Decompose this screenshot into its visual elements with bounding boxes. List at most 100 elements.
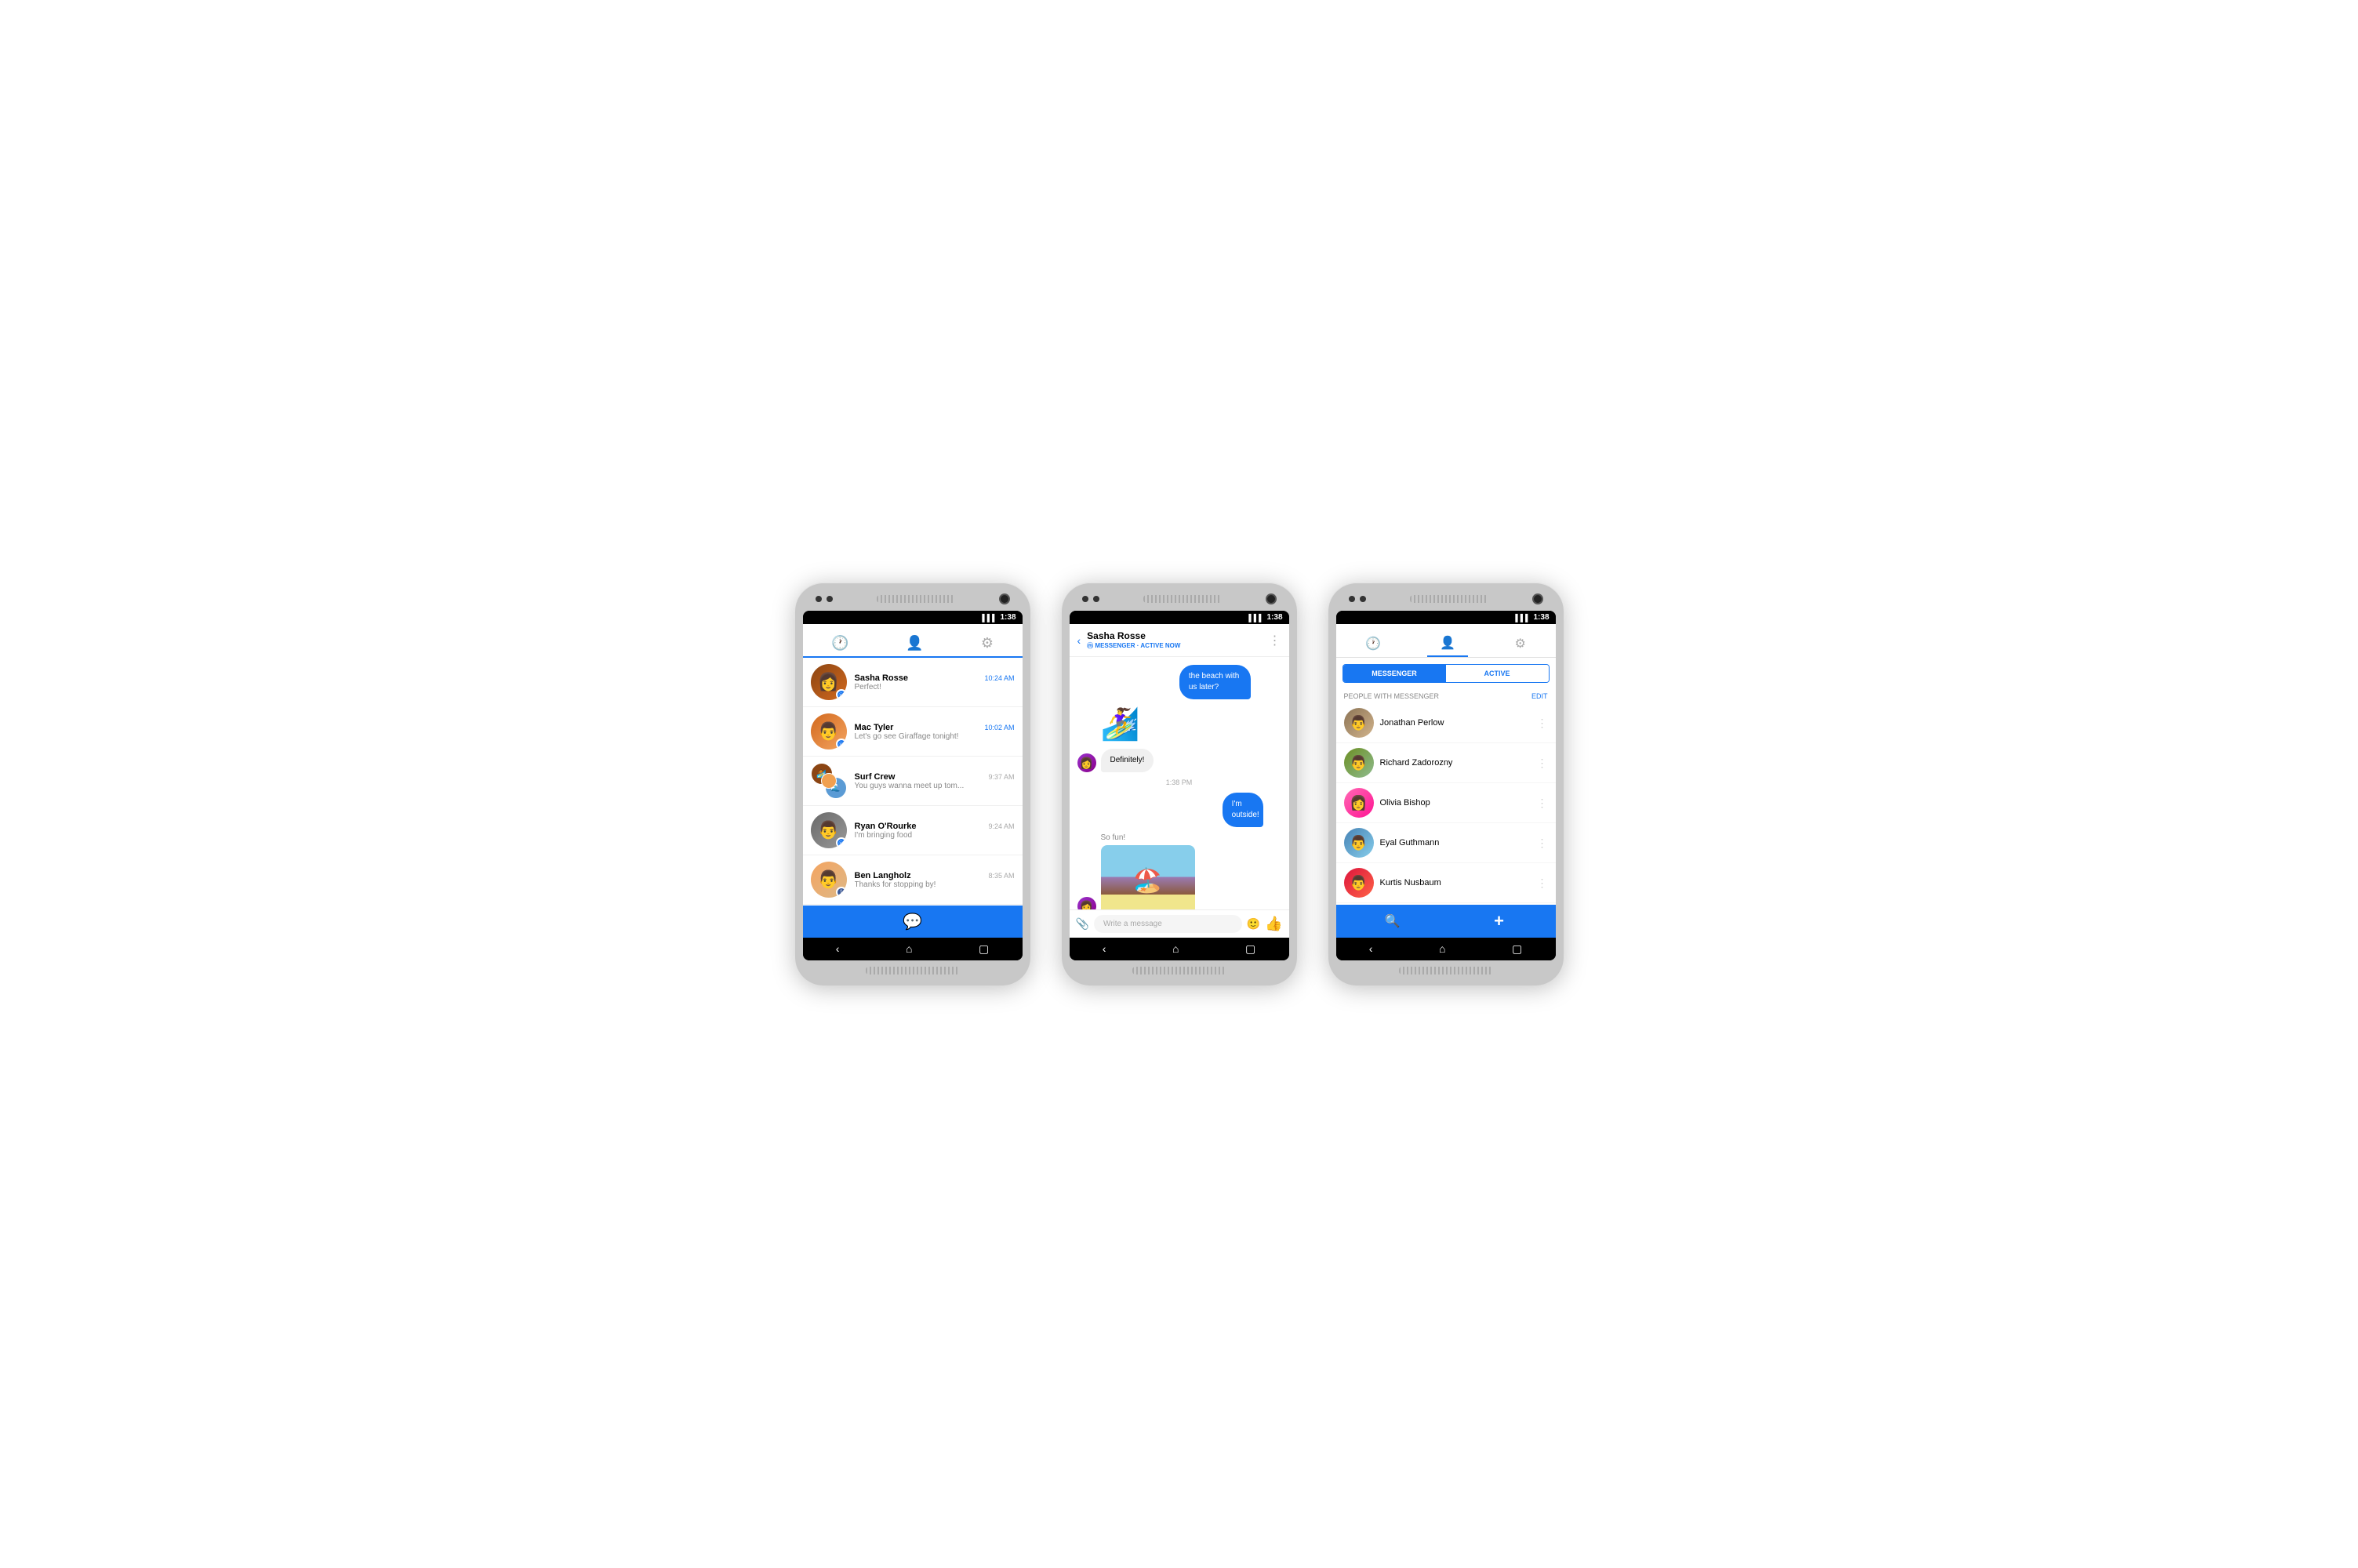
tab-people-p3[interactable]: 👤	[1427, 630, 1468, 657]
phone-3-bottom	[1336, 960, 1556, 975]
home-button-3[interactable]: ⌂	[1439, 942, 1445, 956]
tab-recents[interactable]: 🕐	[816, 630, 864, 656]
status-text: MESSENGER · ACTIVE NOW	[1095, 642, 1180, 649]
badge-sasha: ⓜ	[836, 689, 847, 700]
msg-photo: 🏖️	[1101, 845, 1195, 909]
phone-1-screen: ▌▌▌ 1:38 🕐 👤 ⚙ 👩 ⓜ	[803, 611, 1023, 960]
signal-icon-2: ▌▌▌	[1248, 614, 1263, 622]
avatar-emoji-olivia: 👩	[1344, 788, 1374, 818]
chat-icon[interactable]: 💬	[903, 912, 922, 931]
back-button-3[interactable]: ‹	[1369, 942, 1373, 956]
badge-mac: ⓜ	[836, 739, 847, 750]
conv-content-ryan: Ryan O'Rourke 9:24 AM I'm bringing food	[855, 822, 1015, 840]
msg-avatar-sasha: 👩	[1077, 753, 1096, 772]
conv-item-sasha[interactable]: 👩 ⓜ Sasha Rosse 10:24 AM Perfect!	[803, 658, 1023, 707]
phone-2-bottom	[1070, 960, 1289, 975]
people-item-richard[interactable]: 👨 Richard Zadorozny ⋮	[1336, 743, 1556, 783]
people-item-olivia[interactable]: 👩 Olivia Bishop ⋮	[1336, 783, 1556, 823]
msg-beach: the beach with us later?	[1179, 665, 1281, 699]
msg-sofun-wrapper: 👩 So fun! 🏖️	[1077, 833, 1281, 909]
tab-settings-p3[interactable]: ⚙	[1502, 631, 1539, 656]
tab-people[interactable]: 👤	[890, 630, 939, 656]
tab-settings[interactable]: ⚙	[965, 630, 1009, 656]
camera-dot-3	[1082, 596, 1088, 602]
chat-contact-name: Sasha Rosse	[1087, 630, 1262, 641]
front-camera-3	[1532, 593, 1543, 604]
toggle-messenger[interactable]: MESSENGER	[1343, 665, 1446, 682]
avatar-ryan: 👨 ⓜ	[811, 812, 847, 848]
more-icon-eyal[interactable]: ⋮	[1537, 837, 1548, 850]
phone-2-top	[1070, 593, 1289, 611]
phone-2: ▌▌▌ 1:38 ‹ Sasha Rosse ⓜ MESSENGER · ACT…	[1062, 583, 1297, 985]
chat-messages: the beach with us later? 🏄‍♀️ 👩 Definite…	[1070, 657, 1289, 909]
recent-button-3[interactable]: ▢	[1512, 942, 1522, 956]
conv-time-surf-crew: 9:37 AM	[988, 773, 1014, 781]
camera-dot-4	[1093, 596, 1099, 602]
avatar-richard: 👨	[1344, 748, 1374, 778]
conv-content-ben: Ben Langholz 8:35 AM Thanks for stopping…	[855, 871, 1015, 889]
home-button-2[interactable]: ⌂	[1172, 942, 1179, 956]
tab-recents-p3[interactable]: 🕐	[1353, 631, 1393, 656]
edit-button[interactable]: EDIT	[1531, 692, 1548, 700]
search-button[interactable]: 🔍	[1342, 911, 1443, 931]
back-button-2[interactable]: ‹	[1103, 942, 1106, 956]
people-name-olivia: Olivia Bishop	[1380, 798, 1531, 808]
people-item-kurtis[interactable]: 👨 Kurtis Nusbaum ⋮	[1336, 863, 1556, 903]
conv-row1-surf-crew: Surf Crew 9:37 AM	[855, 772, 1015, 782]
people-name-eyal: Eyal Guthmann	[1380, 838, 1531, 848]
speaker-grill	[877, 595, 955, 603]
home-button-1[interactable]: ⌂	[906, 942, 912, 956]
signal-icon-3: ▌▌▌	[1515, 614, 1530, 622]
msg-definitely-wrapper: 👩 Definitely!	[1077, 749, 1281, 772]
status-bar-1: ▌▌▌ 1:38	[803, 611, 1023, 624]
conv-item-ryan[interactable]: 👨 ⓜ Ryan O'Rourke 9:24 AM I'm bringing f…	[803, 806, 1023, 855]
back-arrow[interactable]: ‹	[1077, 634, 1081, 647]
conversation-list: 👩 ⓜ Sasha Rosse 10:24 AM Perfect! 👨	[803, 658, 1023, 906]
msg-time-138: 1:38 PM	[1077, 779, 1281, 786]
status-bar-2: ▌▌▌ 1:38	[1070, 611, 1289, 624]
people-item-eyal[interactable]: 👨 Eyal Guthmann ⋮	[1336, 823, 1556, 863]
conv-item-surf-crew[interactable]: 🏄 🌊 Surf Crew 9:37 AM You guys wanna mee…	[803, 757, 1023, 806]
like-button[interactable]: 👍	[1265, 916, 1282, 932]
toggle-active[interactable]: ACTIVE	[1446, 665, 1549, 682]
conv-row1-sasha: Sasha Rosse 10:24 AM	[855, 673, 1015, 683]
people-name-jonathan: Jonathan Perlow	[1380, 718, 1531, 728]
conv-preview-surf-crew: You guys wanna meet up tom...	[855, 782, 1015, 790]
chat-input-bar: 📎 Write a message 🙂 👍	[1070, 909, 1289, 938]
recent-button-1[interactable]: ▢	[979, 942, 989, 956]
chat-contact-status: ⓜ MESSENGER · ACTIVE NOW	[1087, 641, 1262, 650]
conv-item-ben[interactable]: 👨 f Ben Langholz 8:35 AM Thanks for stop…	[803, 855, 1023, 905]
conv-item-mac[interactable]: 👨 ⓜ Mac Tyler 10:02 AM Let's go see Gira…	[803, 707, 1023, 757]
chat-header: ‹ Sasha Rosse ⓜ MESSENGER · ACTIVE NOW ⋮	[1070, 624, 1289, 657]
bottom-speaker-2	[1132, 967, 1226, 975]
time-display-3: 1:38	[1533, 613, 1549, 622]
cameras-3	[1349, 596, 1366, 602]
more-icon-richard[interactable]: ⋮	[1537, 757, 1548, 770]
chat-menu-button[interactable]: ⋮	[1269, 633, 1281, 648]
back-button-1[interactable]: ‹	[836, 942, 840, 956]
chat-title: Sasha Rosse ⓜ MESSENGER · ACTIVE NOW	[1087, 630, 1262, 650]
msg-sticker: 🏄‍♀️	[1101, 706, 1140, 742]
time-display-2: 1:38	[1266, 613, 1282, 622]
message-input[interactable]: Write a message	[1094, 915, 1242, 933]
more-icon-olivia[interactable]: ⋮	[1537, 797, 1548, 810]
status-bar-3: ▌▌▌ 1:38	[1336, 611, 1556, 624]
badge-ryan: ⓜ	[836, 837, 847, 848]
people-app: 🕐 👤 ⚙ MESSENGER ACTIVE PEOPLE WITH MESSE…	[1336, 624, 1556, 938]
recent-button-2[interactable]: ▢	[1245, 942, 1255, 956]
add-button[interactable]: +	[1449, 911, 1550, 931]
conv-preview-mac: Let's go see Giraffage tonight!	[855, 732, 1015, 741]
people-item-jonathan[interactable]: 👨 Jonathan Perlow ⋮	[1336, 703, 1556, 743]
chat-app: ‹ Sasha Rosse ⓜ MESSENGER · ACTIVE NOW ⋮…	[1070, 624, 1289, 938]
more-icon-kurtis[interactable]: ⋮	[1537, 877, 1548, 890]
conv-row1-ryan: Ryan O'Rourke 9:24 AM	[855, 822, 1015, 831]
emoji-icon[interactable]: 🙂	[1247, 917, 1260, 931]
conv-name-ryan: Ryan O'Rourke	[855, 822, 917, 831]
people-bottom-bar: 🔍 +	[1336, 905, 1556, 938]
more-icon-jonathan[interactable]: ⋮	[1537, 717, 1548, 730]
conv-content-surf-crew: Surf Crew 9:37 AM You guys wanna meet up…	[855, 772, 1015, 790]
conv-name-ben: Ben Langholz	[855, 871, 911, 880]
conv-header: 🕐 👤 ⚙	[803, 624, 1023, 658]
attach-icon[interactable]: 📎	[1076, 917, 1089, 931]
people-list: 👨 Jonathan Perlow ⋮ 👨 Richard Zadorozny …	[1336, 703, 1556, 905]
